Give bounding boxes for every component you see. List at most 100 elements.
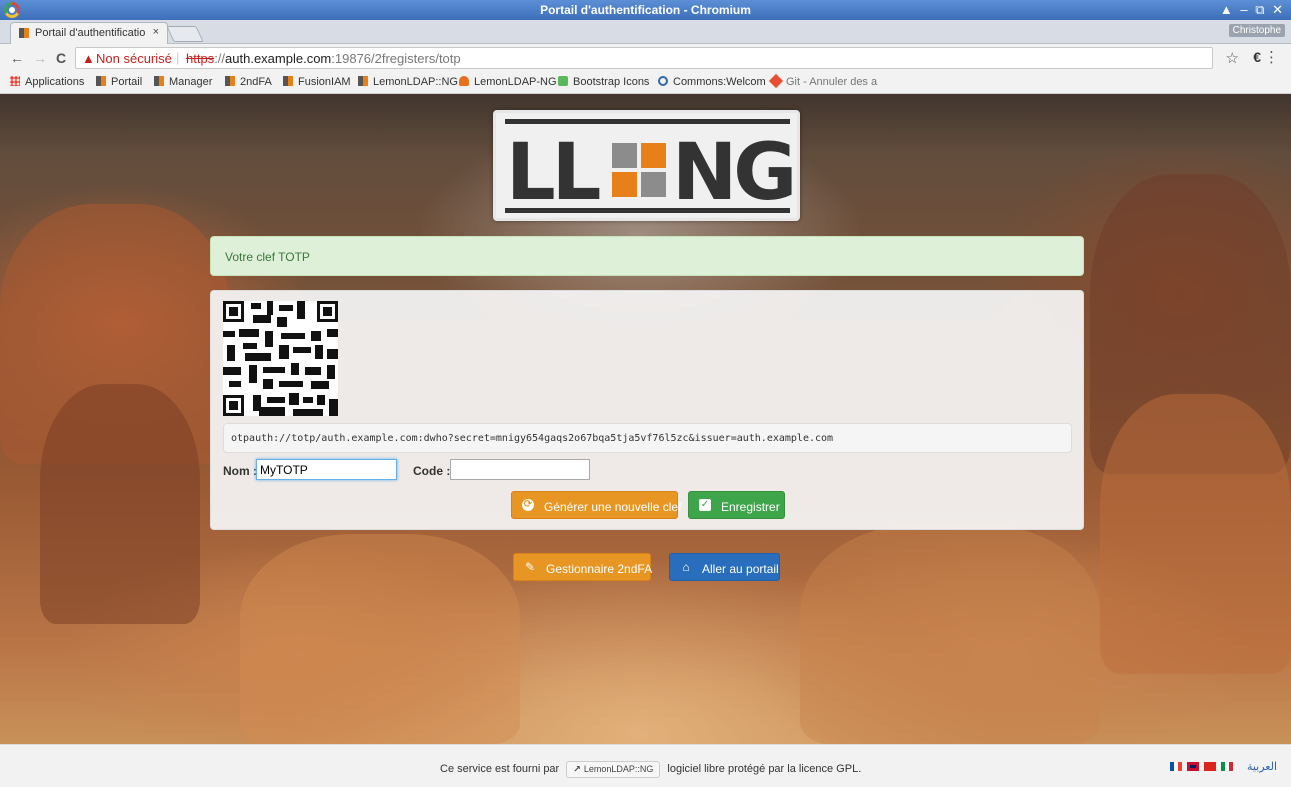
qr-module <box>315 345 323 359</box>
lemonldap-link[interactable]: ↗ LemonLDAP::NG <box>566 761 661 778</box>
qr-module <box>263 379 273 389</box>
qr-module <box>327 329 338 337</box>
footer-credit: Ce service est fourni par ↗ LemonLDAP::NG… <box>440 761 861 778</box>
bookmark-git[interactable]: Git - Annuler des a <box>768 73 877 89</box>
qr-module <box>279 381 303 387</box>
logo-squares <box>612 143 666 197</box>
italian-flag-icon[interactable] <box>1221 762 1233 771</box>
security-status[interactable]: Non sécurisé <box>96 51 172 66</box>
background-rock <box>800 524 1100 744</box>
qr-module <box>311 381 329 389</box>
generate-key-button[interactable]: ⟳ Générer une nouvelle clef <box>511 491 682 519</box>
totp-code-input[interactable] <box>450 459 590 480</box>
check-icon: ✓ <box>699 499 711 511</box>
bookmark-portail[interactable]: Portail <box>96 76 142 88</box>
bookmark-bootstrap-icons[interactable]: Bootstrap Icons <box>558 76 649 88</box>
qr-module <box>223 331 235 337</box>
tab-portail[interactable]: Portail d'authentificatio × <box>10 22 168 44</box>
bookmark-fusioniam[interactable]: FusionIAM <box>283 76 351 88</box>
bookmark-label: LemonLDAP-NG <box>474 76 557 88</box>
qr-module <box>329 399 338 416</box>
qr-finder-pattern <box>223 395 244 416</box>
back-icon[interactable]: ← <box>10 50 24 66</box>
qr-module <box>291 363 299 375</box>
qr-module <box>281 333 305 339</box>
profile-button[interactable]: Christophe <box>1228 24 1285 37</box>
qr-module <box>227 345 235 361</box>
menu-icon[interactable]: ⋮ <box>1264 48 1279 66</box>
refresh-icon: ⟳ <box>522 499 534 511</box>
qr-module <box>317 395 325 405</box>
apps-icon <box>10 76 20 86</box>
qr-module <box>259 407 285 416</box>
tab-strip: Portail d'authentificatio × Christophe <box>0 20 1291 44</box>
qr-module <box>223 367 241 375</box>
bookmark-applications[interactable]: Applications <box>10 76 84 88</box>
qr-module <box>267 397 285 403</box>
new-tab-button[interactable] <box>166 26 204 42</box>
arabic-language-link[interactable]: العربية <box>1247 760 1277 773</box>
address-bar[interactable]: ▲ Non sécurisé | https://auth.example.co… <box>75 47 1213 69</box>
vietnamese-flag-icon[interactable] <box>1203 762 1216 771</box>
bookmark-label: Manager <box>169 76 213 88</box>
bookmark-label: FusionIAM <box>298 76 351 88</box>
forward-icon[interactable]: → <box>33 50 47 66</box>
english-flag-icon[interactable] <box>1186 762 1199 771</box>
lemonldap-icon <box>225 76 235 86</box>
bootstrap-icon <box>558 76 568 86</box>
bookmark-lemonldap-ng[interactable]: LemonLDAP::NG <box>358 76 458 88</box>
qr-finder-pattern <box>317 301 338 322</box>
tab-close-icon[interactable]: × <box>153 26 159 38</box>
qr-module <box>243 343 257 349</box>
extension-icon[interactable]: € <box>1253 49 1261 65</box>
otpauth-uri-text: otpauth://totp/auth.example.com:dwho?sec… <box>231 433 834 444</box>
external-link-icon: ↗ <box>573 764 581 774</box>
pencil-icon: ✎ <box>524 560 536 574</box>
security-separator: | <box>176 50 180 65</box>
save-button[interactable]: ✓ Enregistrer <box>688 491 785 519</box>
logo-square <box>612 143 637 168</box>
totp-register-panel: otpauth://totp/auth.example.com:dwho?sec… <box>210 290 1084 530</box>
qr-module <box>279 305 293 311</box>
qr-module <box>311 331 321 341</box>
lemonldap-icon <box>283 76 293 86</box>
bookmark-lemonldap-gitlab[interactable]: LemonLDAP-NG <box>459 76 557 88</box>
warning-icon[interactable]: ▲ <box>82 51 95 66</box>
window-titlebar: Portail d'authentification - Chromium ▲ … <box>0 0 1291 20</box>
window-controls[interactable]: ▲ ‒ ⧉ ✕ <box>1220 2 1285 18</box>
url-text[interactable]: https://auth.example.com:19876/2fregiste… <box>186 51 461 66</box>
qr-module <box>249 365 257 383</box>
logo-text-ll: LL <box>506 128 601 218</box>
qr-module <box>251 303 261 309</box>
generate-key-label: Générer une nouvelle clef <box>544 500 682 514</box>
name-label: Nom : <box>223 464 257 478</box>
background-rock <box>40 384 200 624</box>
french-flag-icon[interactable] <box>1169 762 1182 771</box>
bookmark-commons[interactable]: Commons:Welcom <box>658 76 766 88</box>
reload-icon[interactable]: C <box>56 50 66 66</box>
footer-prefix: Ce service est fourni par <box>440 763 560 775</box>
manager-2ndfa-button[interactable]: ✎ Gestionnaire 2ndFA <box>513 553 653 581</box>
code-label: Code : <box>413 464 451 478</box>
logo-square <box>612 172 637 197</box>
bookmark-2ndfa[interactable]: 2ndFA <box>225 76 272 88</box>
qr-module <box>289 393 299 405</box>
bookmark-manager[interactable]: Manager <box>154 76 212 88</box>
logo-square <box>641 143 666 168</box>
url-scheme: https <box>186 51 215 66</box>
qr-module <box>327 349 338 359</box>
footer-suffix: logiciel libre protégé par la licence GP… <box>667 763 862 775</box>
url-host: auth.example.com <box>225 51 332 66</box>
url-path: :19876/2fregisters/totp <box>331 51 461 66</box>
manager-2ndfa-label: Gestionnaire 2ndFA <box>546 562 653 576</box>
go-to-portal-button[interactable]: ⌂ Aller au portail <box>669 553 780 581</box>
bookmarks-bar: Applications Portail Manager 2ndFA Fusio… <box>0 72 1291 94</box>
gitlab-icon <box>459 76 469 86</box>
totp-name-input[interactable] <box>256 459 397 480</box>
qr-module <box>293 409 323 416</box>
qr-module <box>229 381 241 387</box>
qr-finder-pattern <box>223 301 244 322</box>
qr-module <box>277 317 287 327</box>
bookmark-star-icon[interactable]: ☆ <box>1226 49 1239 67</box>
alert-message: Votre clef TOTP <box>225 250 310 264</box>
